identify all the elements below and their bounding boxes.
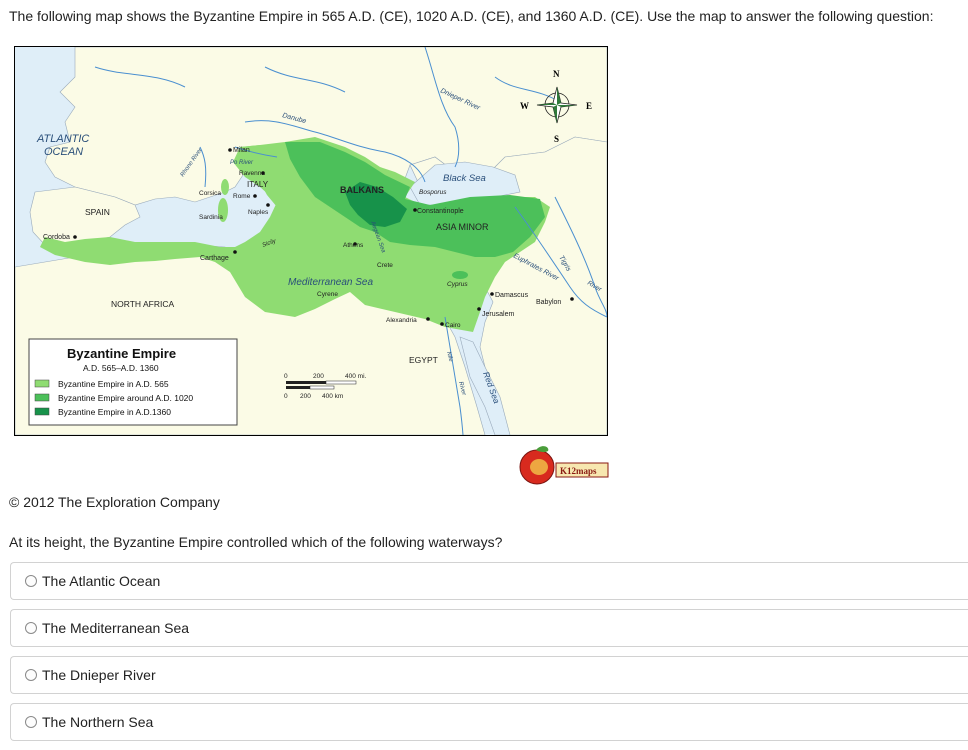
cordoba-dot [73,235,77,239]
spain-label: SPAIN [85,207,110,217]
jerusalem-dot [477,307,481,311]
balkans-label: BALKANS [340,185,384,195]
milan-label: Milan [233,147,250,154]
corsica-label: Corsica [199,190,221,197]
byzantine-empire-map: ATLANTIC OCEAN Danube Dnieper River Rhon… [14,46,608,436]
radio-button[interactable] [25,669,37,681]
rome-label: Rome [233,193,251,200]
egypt-label: EGYPT [409,355,438,365]
italy-label: ITALY [247,180,269,189]
legend-swatch-565 [34,379,50,388]
scale-bar-mi-2 [325,380,357,385]
scale-km-200: 200 [300,393,311,400]
corsica-island [221,179,229,195]
apple-globe [530,459,548,475]
option-label: The Dnieper River [42,667,156,683]
cairo-dot [440,322,444,326]
scale-km-400: 400 km [322,393,343,400]
scale-mi-200: 200 [313,373,324,380]
option-northern-sea[interactable]: The Northern Sea [10,703,968,741]
sardinia-label: Sardinia [199,214,223,221]
option-label: The Mediterranean Sea [42,620,190,636]
po-label: Po River [230,160,254,166]
logo-text: K12maps [560,466,597,476]
bosporus-label: Bosporus [419,189,447,196]
cyrene-label: Cyrene [317,291,338,298]
legend-swatch-1020 [34,393,50,402]
cordoba-label: Cordoba [43,234,70,241]
map-legend: Byzantine Empire A.D. 565–A.D. 1360 Byza… [28,338,238,426]
radio-button[interactable] [25,575,37,587]
carthage-dot [233,250,237,254]
jerusalem-label: Jerusalem [482,311,514,318]
damascus-dot [490,292,494,296]
radio-button[interactable] [25,622,37,634]
alexandria-label: Alexandria [386,317,417,324]
crete-label: Crete [377,262,393,269]
babylon-label: Babylon [536,299,561,306]
cyprus-island [452,271,468,279]
cairo-label: Cairo [445,322,461,329]
map-svg: ATLANTIC OCEAN Danube Dnieper River Rhon… [15,47,607,435]
scale-km-0: 0 [284,393,288,400]
atlantic-label-2: OCEAN [44,146,83,158]
legend-item-1360: Byzantine Empire in A.D.1360 [58,407,171,417]
legend-subtitle: A.D. 565–A.D. 1360 [83,363,159,373]
question-prompt: The following map shows the Byzantine Em… [9,8,934,24]
compass-e: E [586,101,592,111]
ravenna-dot [261,171,265,175]
milan-dot [228,148,232,152]
legend-title: Byzantine Empire [67,346,176,361]
scale-bar-km [286,386,310,389]
option-label: The Atlantic Ocean [42,573,161,589]
asia-minor-label: ASIA MINOR [436,222,489,232]
compass-s: S [554,134,559,144]
legend-swatch-1360 [34,407,50,416]
naples-dot [266,203,270,207]
scale-bar-mi [286,381,326,384]
copyright-notice: © 2012 The Exploration Company [9,494,220,510]
atlantic-label-1: ATLANTIC [36,133,89,145]
legend-item-1020: Byzantine Empire around A.D. 1020 [58,393,193,403]
black-sea-label: Black Sea [443,173,486,184]
alexandria-dot [426,317,430,321]
north-africa-label: NORTH AFRICA [111,299,174,309]
carthage-label: Carthage [200,255,229,262]
babylon-dot [570,297,574,301]
damascus-label: Damascus [495,292,529,299]
option-label: The Northern Sea [42,714,154,730]
naples-label: Naples [248,209,269,216]
athens-dot [353,242,357,246]
scale-bar-km-2 [309,385,335,390]
scale-mi-0: 0 [284,373,288,380]
option-dnieper-river[interactable]: The Dnieper River [10,656,968,694]
answer-options: The Atlantic Ocean The Mediterranean Sea… [10,562,968,750]
scale-mi-400: 400 mi. [345,373,367,380]
option-mediterranean-sea[interactable]: The Mediterranean Sea [10,609,968,647]
legend-item-565: Byzantine Empire in A.D. 565 [58,379,169,389]
compass-w: W [520,101,529,111]
k12maps-logo: K12maps [519,446,609,485]
radio-button[interactable] [25,716,37,728]
constantinople-label: Constantinople [417,208,464,215]
cyprus-label: Cyprus [447,281,468,288]
constantinople-dot [413,208,417,212]
option-atlantic-ocean[interactable]: The Atlantic Ocean [10,562,968,600]
mediterranean-label: Mediterranean Sea [288,277,373,288]
compass-n: N [553,69,560,79]
rome-dot [253,194,257,198]
question-text: At its height, the Byzantine Empire cont… [9,534,503,550]
